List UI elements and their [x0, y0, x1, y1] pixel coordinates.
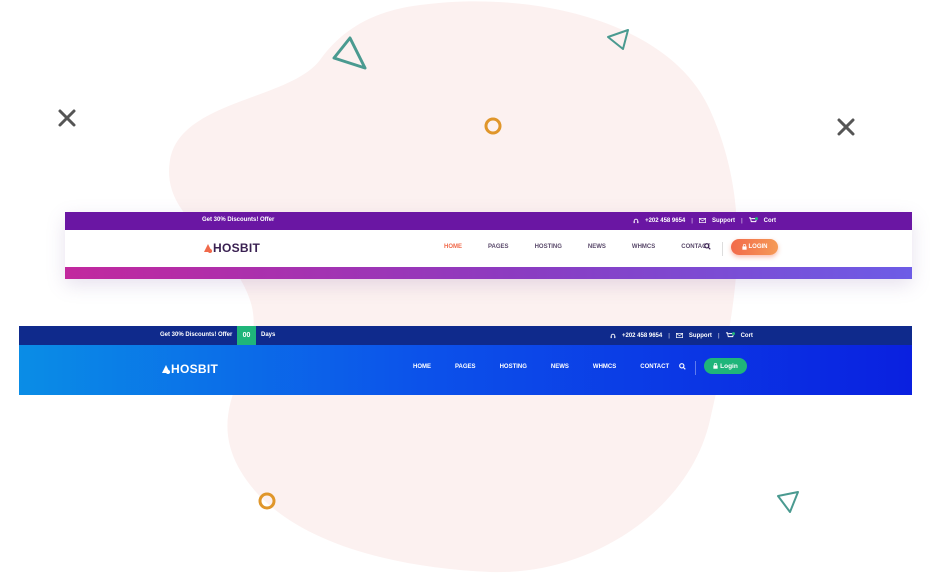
nav-news[interactable]: NEWS: [588, 244, 606, 250]
divider: |: [740, 217, 743, 224]
nav-whmcs[interactable]: WHMCS: [593, 364, 616, 370]
cart-icon[interactable]: [748, 217, 758, 224]
topbar: Get 30% Discounts! Offer +202 458 9654 |…: [65, 212, 912, 230]
login-label: LOGIN: [748, 244, 768, 250]
phone-link[interactable]: +202 458 9654: [622, 333, 662, 339]
mail-icon: [675, 333, 683, 338]
lock-icon: [713, 363, 718, 369]
header-purple: Get 30% Discounts! Offer +202 458 9654 |…: [65, 212, 912, 279]
offer-text[interactable]: Get 30% Discounts! Offer: [160, 332, 232, 338]
topbar: Get 30% Discounts! Offer 00 Days +202 45…: [19, 326, 912, 345]
divider: |: [668, 332, 670, 339]
lock-icon: [741, 244, 747, 250]
nav-whmcs[interactable]: WHMCS: [632, 244, 655, 250]
nav-hosting[interactable]: HOSTING: [500, 364, 527, 370]
main-nav: HOME PAGES HOSTING NEWS WHMCS CONTACT: [413, 364, 693, 370]
search-icon[interactable]: [679, 363, 686, 370]
login-button[interactable]: LOGIN: [731, 239, 778, 255]
nav-contact[interactable]: CONTACT: [640, 364, 669, 370]
countdown-unit: Days: [261, 332, 276, 338]
offer-text[interactable]: Get 30% Discounts! Offer: [202, 217, 274, 223]
divider: [695, 361, 696, 375]
logo-mark-icon: [162, 365, 170, 374]
cart-link[interactable]: Cort: [764, 218, 776, 224]
header-blue: Get 30% Discounts! Offer 00 Days +202 45…: [19, 326, 912, 395]
support-link[interactable]: Support: [689, 333, 712, 339]
nav-pages[interactable]: PAGES: [488, 244, 509, 250]
logo[interactable]: HOSBIT: [161, 362, 218, 376]
support-link[interactable]: Support: [712, 218, 735, 224]
nav-hosting[interactable]: HOSTING: [535, 244, 562, 250]
cart-icon[interactable]: [725, 332, 735, 339]
close-x-icon: [58, 109, 76, 127]
nav-home[interactable]: HOME: [413, 364, 431, 370]
nav-home[interactable]: HOME: [444, 244, 462, 250]
topbar-right: +202 458 9654 | Support | Cort: [610, 332, 753, 339]
login-label: Login: [720, 362, 738, 370]
headset-icon: [633, 218, 639, 224]
logo-mark-icon: [204, 244, 212, 253]
ring-icon: [258, 492, 276, 510]
login-button[interactable]: Login: [704, 358, 747, 374]
close-x-icon: [837, 118, 855, 136]
navbar: HOSBIT HOME PAGES HOSTING NEWS WHMCS CON…: [65, 230, 912, 267]
divider: [722, 242, 723, 256]
logo-text: HOSBIT: [171, 362, 219, 376]
topbar-right: +202 458 9654 | Support | Cort: [633, 217, 776, 224]
triangle-icon: [607, 29, 629, 50]
ring-icon: [484, 117, 502, 135]
nav-pages[interactable]: PAGES: [455, 364, 476, 370]
nav-news[interactable]: NEWS: [551, 364, 569, 370]
gradient-strip: [65, 267, 912, 279]
triangle-icon: [777, 491, 799, 513]
mail-icon: [698, 218, 706, 223]
logo[interactable]: HOSBIT: [203, 241, 260, 255]
cart-link[interactable]: Cort: [741, 333, 753, 339]
search-icon[interactable]: [704, 243, 711, 250]
triangle-icon: [332, 36, 367, 70]
phone-link[interactable]: +202 458 9654: [645, 218, 685, 224]
main-nav: HOME PAGES HOSTING NEWS WHMCS CONTACT: [444, 244, 736, 250]
background-blob: [169, 1, 738, 573]
divider: |: [717, 332, 720, 339]
logo-text: HOSBIT: [213, 241, 261, 255]
headset-icon: [610, 333, 616, 339]
divider: |: [691, 217, 693, 224]
countdown-days: 00: [237, 326, 256, 345]
